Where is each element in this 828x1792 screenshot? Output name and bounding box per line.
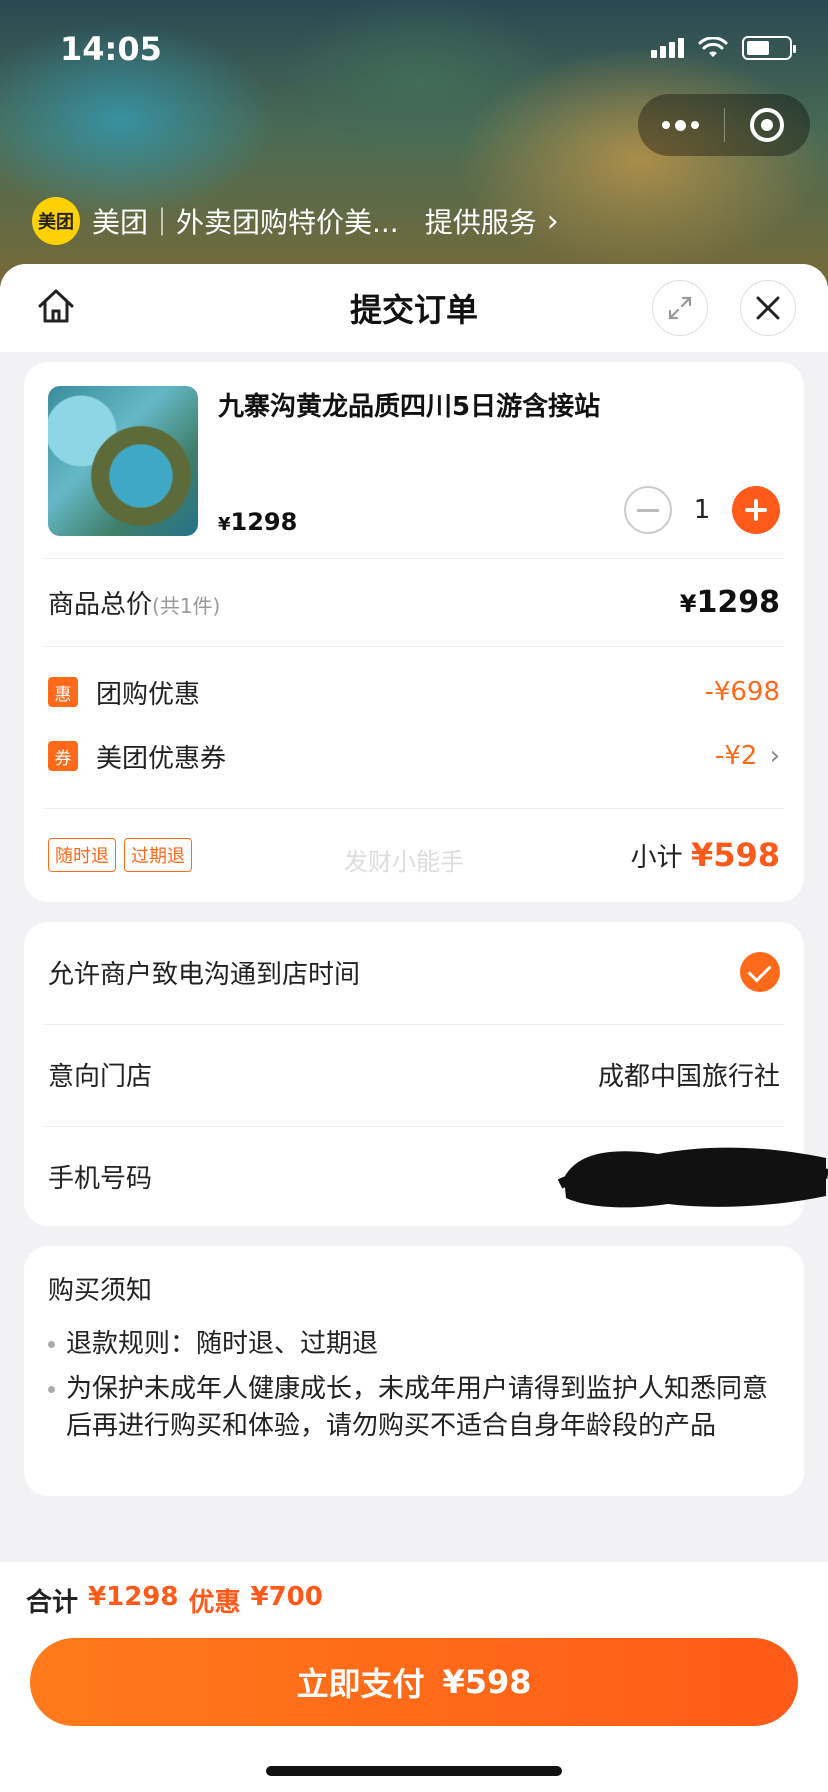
expand-button[interactable] xyxy=(652,280,708,336)
provider-service-label: 提供服务 xyxy=(424,206,537,239)
minus-icon xyxy=(637,508,659,512)
tag-refund-expired: 过期退 xyxy=(124,838,192,872)
mini-program-capsule xyxy=(638,94,810,156)
product-image[interactable] xyxy=(48,386,198,536)
purchase-notice-card: 购买须知 退款规则：随时退、过期退 为保护未成年人健康成长，未成年用户请得到监护… xyxy=(24,1246,804,1496)
refund-tags: 随时退 过期退 xyxy=(48,838,192,872)
quantity-value: 1 xyxy=(693,495,711,525)
watermark: 发财小能手 xyxy=(344,848,464,876)
discount-badge-icon: 惠 xyxy=(48,677,78,707)
status-bar: 14:05 xyxy=(0,0,828,100)
checkbox-checked-icon[interactable] xyxy=(740,952,780,992)
footer-total-value: ¥1298 xyxy=(88,1582,179,1612)
target-icon xyxy=(750,108,785,142)
page-title: 提交订单 xyxy=(349,291,478,329)
status-time: 14:05 xyxy=(60,30,162,68)
group-discount-row: 惠 团购优惠 -¥698 xyxy=(48,662,780,722)
battery-icon xyxy=(742,36,796,60)
notice-title: 购买须知 xyxy=(48,1276,153,1306)
notice-item: 退款规则：随时退、过期退 xyxy=(48,1326,774,1363)
redacted-phone-scribble xyxy=(558,1147,828,1208)
coupon-label: 美团优惠券 xyxy=(96,743,227,774)
footer-total-label: 合计 xyxy=(26,1588,79,1618)
sheet-header: 提交订单 xyxy=(0,264,828,352)
notice-list: 退款规则：随时退、过期退 为保护未成年人健康成长，未成年用户请得到监护人知悉同意… xyxy=(48,1326,774,1453)
store-label: 意向门店 xyxy=(48,1061,153,1092)
total-price-value: ¥1298 xyxy=(679,584,780,620)
footer-discount-label: 优惠 xyxy=(188,1588,241,1618)
group-discount-value: -¥698 xyxy=(704,677,780,707)
store-row[interactable]: 意向门店 成都中国旅行社 xyxy=(48,1024,780,1124)
item-count: (共1件) xyxy=(152,593,221,618)
pay-now-amount: ¥598 xyxy=(442,1663,532,1701)
subtotal-label: 小计 xyxy=(630,843,683,873)
provider-name: 美团｜外卖团购特价美... xyxy=(92,206,399,239)
subtotal-value: ¥598 xyxy=(690,836,780,874)
checkout-footer: 合计 ¥1298 优惠 ¥700 立即支付 ¥598 xyxy=(0,1562,828,1792)
pay-now-button[interactable]: 立即支付 ¥598 xyxy=(30,1638,798,1726)
footer-summary: 合计 ¥1298 优惠 ¥700 xyxy=(26,1582,323,1619)
total-price-label-group: 商品总价(共1件) xyxy=(48,584,220,621)
provider-bar[interactable]: 美团 美团｜外卖团购特价美... 提供服务 › xyxy=(32,196,559,246)
group-discount-label: 团购优惠 xyxy=(96,679,201,710)
allow-call-row[interactable]: 允许商户致电沟通到店时间 xyxy=(48,922,780,1022)
more-menu-button[interactable] xyxy=(638,94,724,156)
tag-refund-anytime: 随时退 xyxy=(48,838,116,872)
product-title: 九寨沟黄龙品质四川5日游含接站 xyxy=(218,392,601,422)
home-indicator[interactable] xyxy=(266,1766,562,1776)
subtotal: 小计 ¥598 xyxy=(631,836,780,874)
decrease-quantity-button[interactable] xyxy=(624,486,672,534)
pay-now-label: 立即支付 xyxy=(296,1665,425,1703)
allow-call-label: 允许商户致电沟通到店时间 xyxy=(48,959,361,990)
coupon-badge-icon: 券 xyxy=(48,741,78,771)
store-value: 成都中国旅行社 xyxy=(597,1061,780,1092)
total-price-row: 商品总价(共1件) ¥1298 xyxy=(48,558,780,646)
chevron-right-icon: › xyxy=(769,741,780,771)
meituan-logo: 美团 xyxy=(32,197,80,245)
increase-quantity-button[interactable] xyxy=(732,486,780,534)
notice-item: 为保护未成年人健康成长，未成年用户请得到监护人知悉同意后再进行购买和体验，请勿购… xyxy=(48,1371,774,1445)
coupon-value: -¥2 › xyxy=(714,741,780,771)
product-card: 九寨沟黄龙品质四川5日游含接站 ¥1298 1 商品总价(共1件) ¥1298 … xyxy=(24,362,804,902)
wifi-icon xyxy=(698,37,728,57)
expand-icon xyxy=(668,296,692,320)
home-icon[interactable] xyxy=(36,286,76,326)
close-button[interactable] xyxy=(740,280,796,336)
contact-info-card: 允许商户致电沟通到店时间 意向门店 成都中国旅行社 手机号码 xyxy=(24,922,828,1226)
phone-label: 手机号码 xyxy=(48,1163,153,1194)
close-mini-program-button[interactable] xyxy=(725,94,811,156)
product-price: ¥1298 xyxy=(218,508,298,536)
coupon-row[interactable]: 券 美团优惠券 -¥2 › xyxy=(48,726,780,786)
total-price-label: 商品总价 xyxy=(48,589,153,620)
footer-discount-value: ¥700 xyxy=(250,1582,323,1612)
more-dots-icon xyxy=(662,119,700,131)
quantity-stepper: 1 xyxy=(624,486,780,534)
status-icons xyxy=(651,36,796,60)
chevron-right-icon: › xyxy=(546,203,559,239)
cellular-signal-icon xyxy=(651,38,684,58)
close-icon xyxy=(756,296,780,320)
